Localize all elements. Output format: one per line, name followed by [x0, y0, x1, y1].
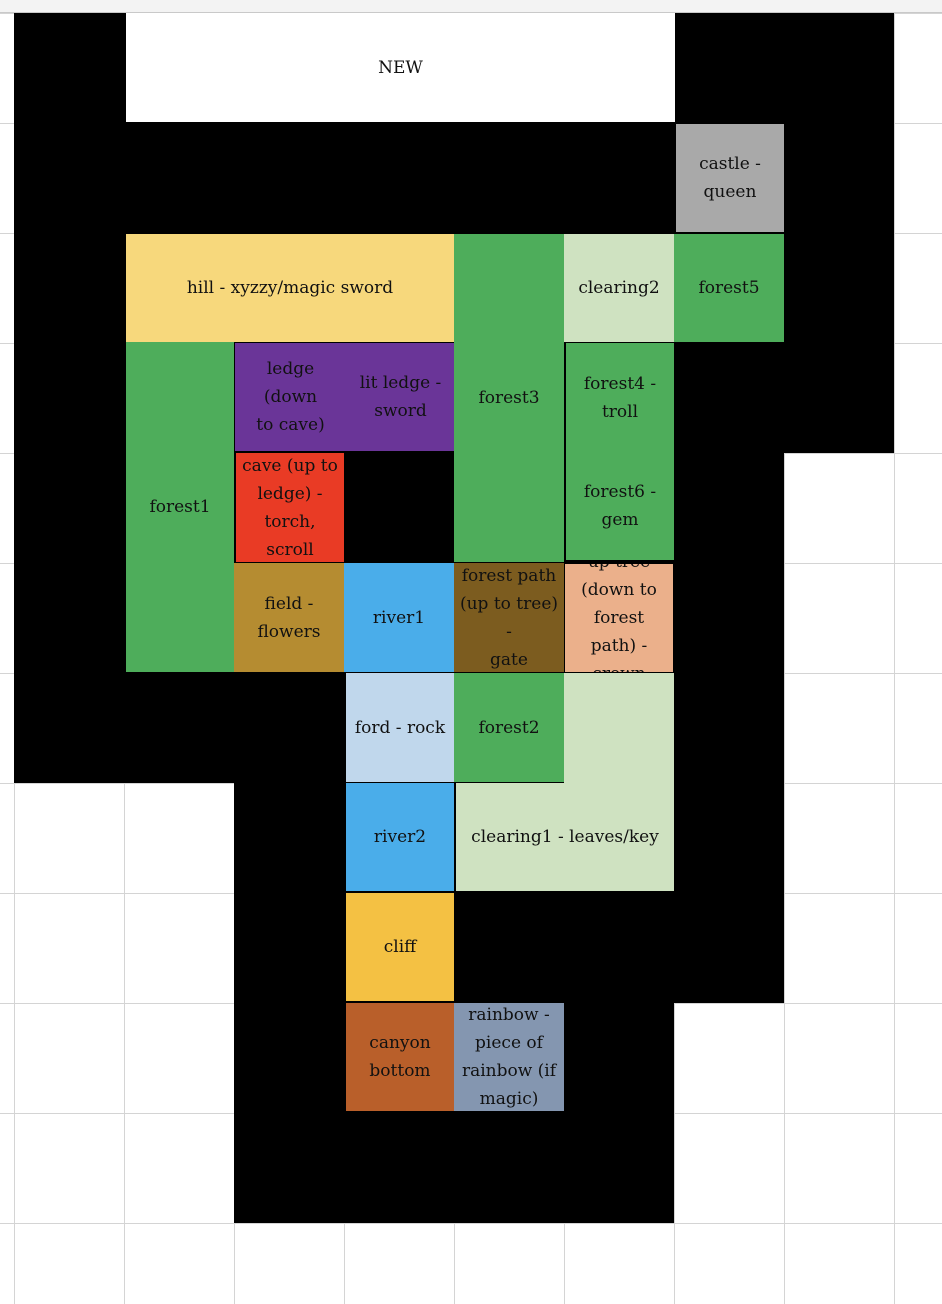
room-forest3: forest3: [454, 234, 564, 562]
room-cave-label: cave (up to ledge) - torch, scroll: [242, 455, 338, 560]
room-forest3-label: forest3: [478, 388, 540, 408]
room-clearing1-label: clearing1 - leaves/key: [471, 827, 659, 847]
room-castle: castle - queen: [676, 124, 784, 232]
map-title: NEW: [378, 57, 423, 78]
room-lit-ledge-label: lit ledge - sword: [359, 373, 442, 421]
room-ford: ford - rock: [346, 673, 454, 782]
room-river2-label: river2: [373, 827, 427, 847]
room-river2: river2: [346, 783, 454, 891]
room-forest4: forest4 - troll: [564, 342, 674, 452]
room-up-tree: up tree (down to forest path) - crown: [564, 563, 674, 673]
room-clearing1-extension: [564, 673, 674, 783]
room-rainbow: rainbow - piece of rainbow (if magic): [454, 1003, 564, 1111]
room-castle-label: castle - queen: [699, 154, 761, 202]
room-clearing2-label: clearing2: [578, 278, 660, 298]
title-banner: NEW: [126, 13, 675, 122]
room-forest6: forest6 - gem: [564, 452, 674, 562]
room-clearing2: clearing2: [564, 234, 674, 342]
map-canvas: NEW castle - queen hill - xyzzy/magic sw…: [0, 0, 942, 1304]
room-forest2: forest2: [454, 673, 564, 782]
room-ledge-label: ledge (down to cave): [256, 359, 325, 435]
room-forest-path: forest path (up to tree) - gate: [454, 563, 564, 672]
room-river1-label: river1: [372, 607, 426, 628]
room-forest2-label: forest2: [478, 717, 540, 738]
room-ledge: ledge (down to cave): [234, 342, 346, 452]
room-hill: hill - xyzzy/magic sword: [126, 234, 454, 342]
room-cliff-label: cliff: [383, 937, 417, 957]
room-forest1-label: forest1: [149, 497, 211, 517]
room-rainbow-label: rainbow - piece of rainbow (if magic): [461, 1005, 557, 1109]
room-up-tree-label: up tree (down to forest path) - crown: [581, 564, 657, 672]
room-field-label: field - flowers: [257, 593, 321, 642]
room-hill-label: hill - xyzzy/magic sword: [186, 278, 394, 298]
room-clearing1: clearing1 - leaves/key: [456, 783, 674, 891]
room-forest-path-label: forest path (up to tree) - gate: [459, 565, 559, 670]
room-forest5: forest5: [674, 234, 784, 342]
room-forest1: forest1: [126, 342, 234, 672]
column-header-strip: [0, 0, 942, 13]
room-river1: river1: [344, 563, 454, 672]
room-cave: cave (up to ledge) - torch, scroll: [236, 453, 344, 562]
room-canyon: canyon bottom: [346, 1003, 454, 1111]
room-forest4-label: forest4 - troll: [583, 373, 657, 422]
room-ford-label: ford - rock: [354, 717, 446, 738]
room-canyon-label: canyon bottom: [369, 1033, 431, 1081]
room-field: field - flowers: [234, 563, 344, 672]
room-forest6-label: forest6 - gem: [583, 482, 657, 530]
room-forest5-label: forest5: [698, 278, 760, 298]
room-lit-ledge: lit ledge - sword: [346, 342, 456, 452]
room-cliff: cliff: [346, 893, 454, 1001]
